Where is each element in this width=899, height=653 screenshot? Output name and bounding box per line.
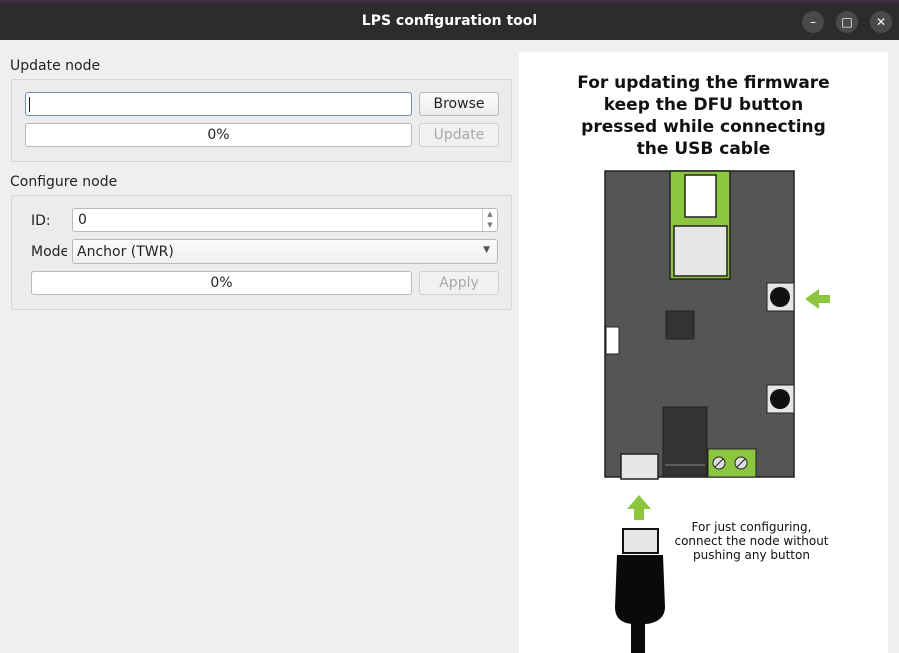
mode-select[interactable]: Anchor (TWR) ▼ [72, 239, 498, 264]
id-label: ID: [31, 213, 51, 229]
update-button[interactable]: Update [419, 123, 499, 147]
arrow-up-icon [627, 495, 651, 520]
minimize-icon[interactable]: – [802, 11, 824, 33]
usb-plug-head [622, 528, 659, 554]
note-line: For just configuring, [691, 520, 812, 534]
spin-up-icon[interactable]: ▲ [483, 209, 497, 220]
update-progress-bar: 0% [25, 123, 412, 147]
module-chip [673, 225, 728, 277]
apply-button[interactable]: Apply [419, 271, 499, 295]
board-connector [662, 406, 708, 478]
note-line: pushing any button [693, 548, 810, 562]
configure-note: For just configuring, connect the node w… [669, 520, 834, 562]
firmware-file-input[interactable] [25, 92, 412, 116]
instruction-panel: For updating the firmware keep the DFU b… [519, 52, 888, 653]
maximize-icon[interactable]: □ [836, 11, 858, 33]
dropdown-arrow-icon: ▼ [483, 245, 490, 255]
reset-button-icon [770, 389, 790, 409]
usb-cable-cord [631, 622, 645, 653]
arrow-left-icon [805, 289, 830, 309]
configure-node-label: Configure node [10, 174, 118, 190]
board-led [605, 326, 620, 355]
node-illustration [604, 170, 830, 653]
mode-label: Mode [31, 244, 67, 260]
usb-plug-body [615, 555, 665, 624]
title-bar: LPS configuration tool – □ ✕ [0, 0, 899, 40]
board-chip [665, 310, 695, 340]
id-spinbox[interactable]: 0 ▲ ▼ [72, 208, 498, 232]
usb-port [620, 453, 659, 480]
id-value: 0 [78, 212, 87, 228]
spin-down-icon[interactable]: ▼ [483, 220, 497, 231]
text-cursor [29, 97, 30, 112]
note-line: connect the node without [674, 534, 829, 548]
configure-progress-bar: 0% [31, 271, 412, 295]
update-node-group: Browse 0% Update [11, 79, 512, 162]
id-spin-buttons[interactable]: ▲ ▼ [482, 209, 497, 231]
update-node-label: Update node [10, 58, 101, 74]
dfu-button-icon [770, 287, 790, 307]
window-title: LPS configuration tool [361, 13, 538, 29]
browse-button[interactable]: Browse [419, 92, 499, 116]
mode-value: Anchor (TWR) [77, 244, 174, 260]
close-icon[interactable]: ✕ [870, 11, 892, 33]
module-window [684, 174, 717, 218]
configure-node-group: ID: 0 ▲ ▼ Mode Anchor (TWR) ▼ 0% Apply [11, 195, 512, 310]
